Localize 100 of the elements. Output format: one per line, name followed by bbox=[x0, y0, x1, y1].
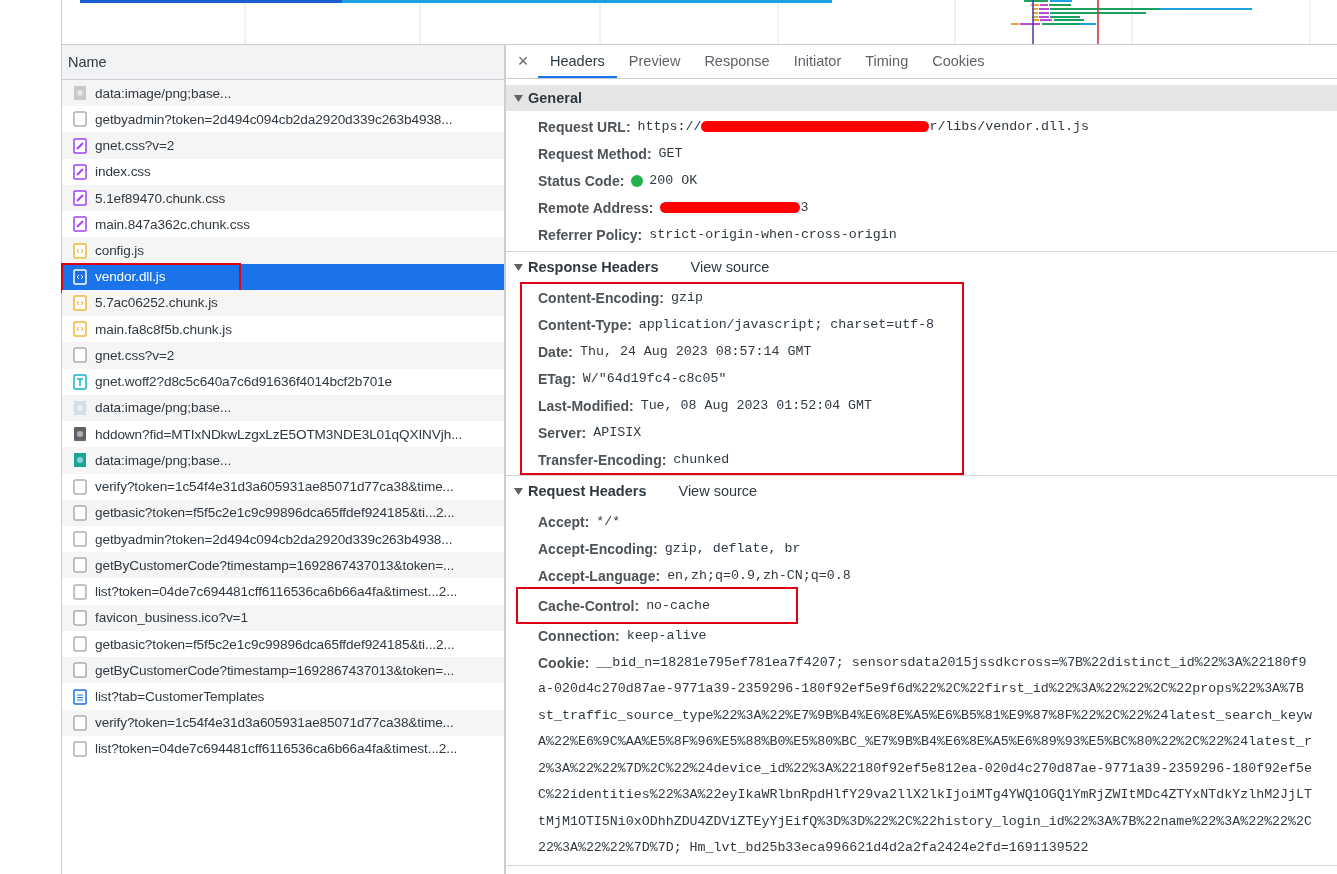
request-row[interactable]: main.847a362c.chunk.css bbox=[62, 211, 504, 238]
blank-file-icon bbox=[73, 583, 87, 600]
request-row[interactable]: data:image/png;base... bbox=[62, 394, 504, 422]
request-name: verify?token=1c54f4e31d3a605931ae85071d77ca38&time... bbox=[95, 479, 454, 495]
section-title[interactable]: Response Headers bbox=[528, 259, 659, 275]
request-row[interactable]: gnet.css?v=2 bbox=[62, 132, 504, 159]
header-value: A%22%E6%9C%AA%E5%8F%96%E5%88%B0%E5%80%BC_%E7%9B%B4%E6%8E%A5%E6%89%93%E5%BC%80%22%2C%22%24latest_r bbox=[537, 733, 1313, 751]
script-icon bbox=[73, 321, 87, 338]
header-value: en,zh;q=0.9,zh-CN;q=0.8 bbox=[667, 568, 851, 583]
header-value: https:// bbox=[637, 119, 702, 134]
request-name: list?token=04de7c694481cff6116536ca6b66a4fa&timest...2... bbox=[95, 584, 458, 600]
disclosure-triangle-icon[interactable] bbox=[514, 487, 523, 495]
header-value: tMjM1OTI5Ni0xODhhZDU4ZDViZTEyYjEifQ%3D%3D%22%2C%22history_login_id%22%3A%7B%22name%22%3A%22%22%2C bbox=[537, 812, 1313, 831]
request-row[interactable]: getbasic?token=f5f5c2e1c9c99896dca65ffdef924185&ti...2... bbox=[62, 499, 504, 526]
blank-file-icon bbox=[73, 478, 87, 495]
header-value: */* bbox=[596, 514, 621, 529]
header-value: 3 bbox=[800, 200, 809, 215]
disclosure-triangle-icon[interactable] bbox=[514, 263, 523, 271]
request-row[interactable]: main.fa8c8f5b.chunk.js bbox=[62, 316, 504, 343]
view-source-link[interactable]: View source bbox=[678, 483, 758, 499]
header-name: Last-Modified: bbox=[538, 397, 634, 414]
blank-file-icon bbox=[73, 636, 87, 653]
request-row[interactable]: getbyadmin?token=2d494c094cb2da2920d339c263b4938... bbox=[62, 106, 504, 133]
request-row[interactable]: gnet.woff2?d8c5c640a7c6d91636f4014bcf2b701e bbox=[62, 368, 504, 395]
request-name: gnet.css?v=2 bbox=[95, 347, 175, 363]
request-row[interactable]: config.js bbox=[62, 237, 504, 264]
request-name: getbyadmin?token=2d494c094cb2da2920d339c263b4938... bbox=[95, 531, 453, 547]
request-row[interactable]: data:image/png;base... bbox=[62, 80, 504, 107]
request-name: gnet.woff2?d8c5c640a7c6d91636f4014bcf2b701e bbox=[95, 374, 393, 390]
request-row[interactable]: getbyadmin?token=2d494c094cb2da2920d339c263b4938... bbox=[62, 526, 504, 553]
tab[interactable]: Initiator bbox=[781, 45, 854, 78]
request-row[interactable]: verify?token=1c54f4e31d3a605931ae85071d77ca38&time... bbox=[62, 709, 504, 736]
stylesheet-icon bbox=[73, 190, 87, 207]
script-icon bbox=[73, 242, 87, 259]
request-row[interactable]: vendor.dll.js bbox=[62, 263, 504, 290]
header-value: application/javascript; charset=utf-8 bbox=[638, 317, 935, 332]
blank-file-icon bbox=[73, 347, 87, 364]
tab[interactable]: Timing bbox=[853, 45, 921, 78]
header-name: Content-Encoding: bbox=[538, 289, 664, 306]
header-value: 2%3A%22%22%7D%2C%22%24device_id%22%3A%22180f92ef5e812ea-020d4c270d87ae-9771a39-2359296-180f92ef5e bbox=[537, 759, 1313, 778]
header-name: Request URL: bbox=[538, 118, 631, 135]
blank-file-icon bbox=[73, 504, 87, 521]
request-row[interactable]: hddown?fid=MTIxNDkwLzgxLzE5OTM3NDE3L01qQXINVjh... bbox=[62, 421, 504, 448]
request-row[interactable]: list?tab=CustomerTemplates bbox=[62, 683, 504, 710]
header-value: Tue, 08 Aug 2023 01:52:04 GMT bbox=[640, 398, 873, 413]
header-name: Status Code: bbox=[538, 172, 625, 189]
tab[interactable]: Cookies bbox=[920, 45, 997, 78]
view-source-link[interactable]: View source bbox=[690, 259, 770, 275]
request-row[interactable]: list?token=04de7c694481cff6116536ca6b66a4fa&timest...2... bbox=[62, 735, 504, 763]
request-row[interactable]: gnet.css?v=2 bbox=[62, 342, 504, 369]
header-name: Date: bbox=[538, 343, 573, 360]
header-value: st_traffic_source_type%22%3A%22%E7%9B%B4%E6%8E%A5%E6%B5%81%E9%87%8F%22%2C%22%24latest_search_keyw bbox=[537, 706, 1313, 725]
header-name: Referrer Policy: bbox=[538, 226, 643, 243]
request-row[interactable]: favicon_business.ico?v=1 bbox=[62, 604, 504, 631]
request-name: getbyadmin?token=2d494c094cb2da2920d339c263b4938... bbox=[95, 111, 453, 127]
header-name: Content-Type: bbox=[538, 316, 632, 333]
request-name: hddown?fid=MTIxNDkwLzgxLzE5OTM3NDE3L01qQXINVjh... bbox=[95, 426, 463, 442]
close-button[interactable]: × bbox=[514, 45, 532, 78]
header-value: keep-alive bbox=[626, 628, 707, 643]
header-name: Accept-Language: bbox=[538, 567, 661, 584]
header-value: GET bbox=[658, 146, 683, 161]
header-name: Cookie: bbox=[538, 654, 590, 671]
header-value: chunked bbox=[673, 452, 730, 467]
request-row[interactable]: getByCustomerCode?timestamp=1692867437013&token=... bbox=[62, 657, 504, 684]
header-name: Request Method: bbox=[538, 145, 652, 162]
request-row[interactable]: 5.1ef89470.chunk.css bbox=[62, 184, 504, 212]
request-name: main.fa8c8f5b.chunk.js bbox=[95, 321, 232, 337]
request-row[interactable]: data:image/png;base... bbox=[62, 447, 504, 474]
request-name: 5.1ef89470.chunk.css bbox=[95, 190, 226, 206]
column-header[interactable]: Name bbox=[62, 45, 504, 80]
tab[interactable]: Headers bbox=[538, 45, 617, 78]
request-row[interactable]: list?token=04de7c694481cff6116536ca6b66a4fa&timest...2... bbox=[62, 578, 504, 605]
request-name: gnet.css?v=2 bbox=[95, 138, 175, 154]
blank-file-icon bbox=[73, 662, 87, 679]
request-name: getbasic?token=f5f5c2e1c9c99896dca65ffdef924185&ti...2... bbox=[95, 636, 455, 652]
section-title[interactable]: General bbox=[528, 90, 582, 106]
header-name: Server: bbox=[538, 424, 587, 441]
request-row[interactable]: verify?token=1c54f4e31d3a605931ae85071d77ca38&time... bbox=[62, 473, 504, 500]
request-name: getByCustomerCode?timestamp=1692867437013&token=... bbox=[95, 557, 455, 573]
request-row[interactable]: 5.7ac06252.chunk.js bbox=[62, 289, 504, 317]
header-value: 200 OK bbox=[649, 173, 698, 188]
document-icon bbox=[73, 688, 87, 705]
disclosure-triangle-icon[interactable] bbox=[514, 94, 523, 102]
stylesheet-icon bbox=[73, 216, 87, 233]
stylesheet-icon bbox=[73, 137, 87, 154]
request-name: list?token=04de7c694481cff6116536ca6b66a4fa&timest...2... bbox=[95, 741, 458, 757]
tab[interactable]: Response bbox=[692, 45, 782, 78]
request-name: config.js bbox=[95, 243, 144, 258]
section-title[interactable]: Request Headers bbox=[528, 483, 647, 499]
script-icon bbox=[73, 295, 87, 311]
tab[interactable]: Preview bbox=[616, 45, 693, 78]
header-value: no-cache bbox=[646, 598, 710, 613]
stylesheet-icon bbox=[73, 163, 87, 180]
header-value: 22%3A%22%22%7D%7D; Hm_lvt_bd25b33eca996621d4d2a2fa2424e2fd=1691139522 bbox=[537, 839, 1090, 857]
blank-file-icon bbox=[73, 557, 87, 574]
header-name: Accept-Encoding: bbox=[538, 540, 658, 557]
header-name: Cache-Control: bbox=[538, 597, 640, 614]
request-row[interactable]: getByCustomerCode?timestamp=1692867437013&token=... bbox=[62, 552, 504, 579]
request-row[interactable]: index.css bbox=[62, 158, 504, 185]
request-row[interactable]: getbasic?token=f5f5c2e1c9c99896dca65ffdef924185&ti...2... bbox=[62, 630, 504, 658]
